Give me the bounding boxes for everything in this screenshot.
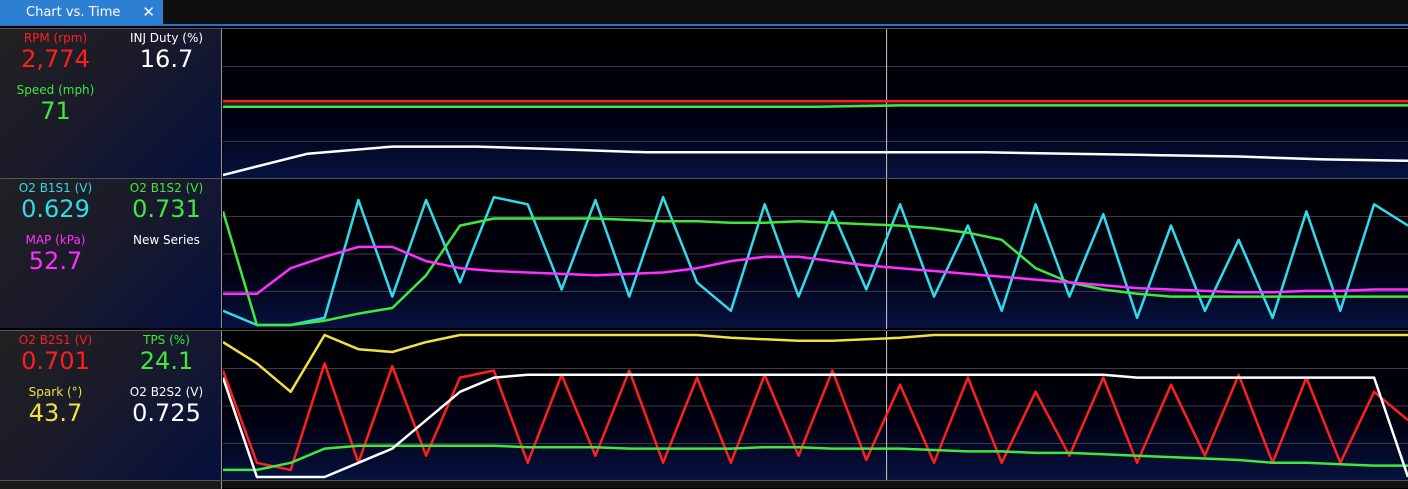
channel-label: New Series [133, 233, 200, 247]
series-line-speed-mph [223, 104, 1408, 109]
chart-panel-3: O2 B2S1 (V) 0.701 TPS (%) 24.1 Spark (°)… [0, 330, 1408, 481]
line-chart-3 [223, 331, 1408, 481]
series-line-o2-b2s1-v [223, 362, 1408, 472]
line-chart-2 [223, 179, 1408, 329]
channel-label: O2 B1S1 (V) [18, 181, 93, 195]
channel-value: 16.7 [139, 45, 194, 73]
channel-label: TPS (%) [143, 333, 190, 347]
channel-label: O2 B2S1 (V) [18, 333, 93, 347]
tab-title: Chart vs. Time [26, 5, 121, 20]
channel-label: O2 B2S2 (V) [129, 385, 204, 399]
channel-rpm[interactable]: RPM (rpm) 2,774 [0, 31, 111, 73]
series-line-inj-duty [223, 145, 1408, 177]
channel-value: 52.7 [28, 247, 83, 275]
channel-value: 2,774 [21, 45, 90, 73]
channel-label: O2 B1S2 (V) [129, 181, 204, 195]
channel-label: MAP (kPa) [25, 233, 86, 247]
line-chart-1 [223, 29, 1408, 179]
series-line-spark [223, 333, 1408, 394]
channel-tps[interactable]: TPS (%) 24.1 [111, 333, 222, 375]
close-icon[interactable]: ✕ [142, 3, 155, 21]
tab-bar: Chart vs. Time ✕ [0, 0, 1408, 26]
chart-panel-1: RPM (rpm) 2,774 INJ Duty (%) 16.7 Speed … [0, 28, 1408, 179]
channel-value: 43.7 [28, 399, 83, 427]
tab-chart-vs-time[interactable]: Chart vs. Time ✕ [0, 0, 163, 25]
channel-o2-b1s2[interactable]: O2 B1S2 (V) 0.731 [111, 181, 222, 223]
channel-legend-2: O2 B1S1 (V) 0.629 O2 B1S2 (V) 0.731 MAP … [0, 179, 222, 328]
channel-value: 0.725 [132, 399, 201, 427]
channel-label: Spark (°) [28, 385, 83, 399]
plot-area-2[interactable] [223, 179, 1408, 329]
next-panel-edge [0, 480, 1408, 489]
channel-spark[interactable]: Spark (°) 43.7 [0, 385, 111, 427]
channel-legend-1: RPM (rpm) 2,774 INJ Duty (%) 16.7 Speed … [0, 29, 222, 178]
plot-area-1[interactable] [223, 29, 1408, 179]
channel-o2-b2s2[interactable]: O2 B2S2 (V) 0.725 [111, 385, 222, 427]
chart-panel-2: O2 B1S1 (V) 0.629 O2 B1S2 (V) 0.731 MAP … [0, 178, 1408, 329]
channel-label: RPM (rpm) [23, 31, 88, 45]
channel-o2-b1s1[interactable]: O2 B1S1 (V) 0.629 [0, 181, 111, 223]
channel-legend-3: O2 B2S1 (V) 0.701 TPS (%) 24.1 Spark (°)… [0, 331, 222, 480]
channel-speed[interactable]: Speed (mph) 71 [0, 83, 111, 125]
channel-inj-duty[interactable]: INJ Duty (%) 16.7 [111, 31, 222, 73]
channel-o2-b2s1[interactable]: O2 B2S1 (V) 0.701 [0, 333, 111, 375]
series-line-o2-b1s2-v [223, 211, 1408, 327]
channel-value: 24.1 [139, 347, 194, 375]
plot-area-3[interactable] [223, 331, 1408, 481]
channel-value: 0.731 [132, 195, 201, 223]
channel-value: 0.701 [21, 347, 90, 375]
channel-label: INJ Duty (%) [129, 31, 204, 45]
channel-value: 71 [40, 97, 71, 125]
channel-map[interactable]: MAP (kPa) 52.7 [0, 233, 111, 275]
series-line-tps [223, 444, 1408, 472]
channel-new-series[interactable]: New Series [111, 233, 222, 247]
channel-label: Speed (mph) [16, 83, 95, 97]
channel-value: 0.629 [21, 195, 90, 223]
